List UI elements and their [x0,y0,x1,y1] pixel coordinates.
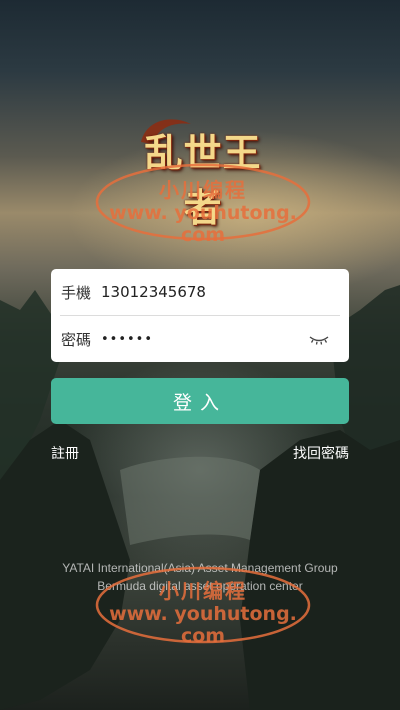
game-logo: 乱世王者 [128,112,278,230]
forgot-password-link[interactable]: 找回密碼 [293,443,349,463]
login-button[interactable]: 登入 [51,378,349,424]
password-field[interactable]: 密碼 •••••• [51,316,349,362]
eye-closed-icon[interactable] [307,329,331,349]
login-form: 手機 13012345678 密碼 •••••• [51,269,349,362]
logo-text: 乱世王者 [144,130,262,230]
footer-company: YATAI International(Asia) Asset Manageme… [62,561,338,575]
password-label: 密碼 [61,330,92,349]
phone-input[interactable]: 13012345678 [101,283,349,301]
footer-center: Bermuda digital asset operation center [97,579,303,593]
phone-field[interactable]: 手機 13012345678 [51,269,349,315]
phone-label: 手機 [61,283,92,302]
register-link[interactable]: 註冊 [51,443,79,463]
